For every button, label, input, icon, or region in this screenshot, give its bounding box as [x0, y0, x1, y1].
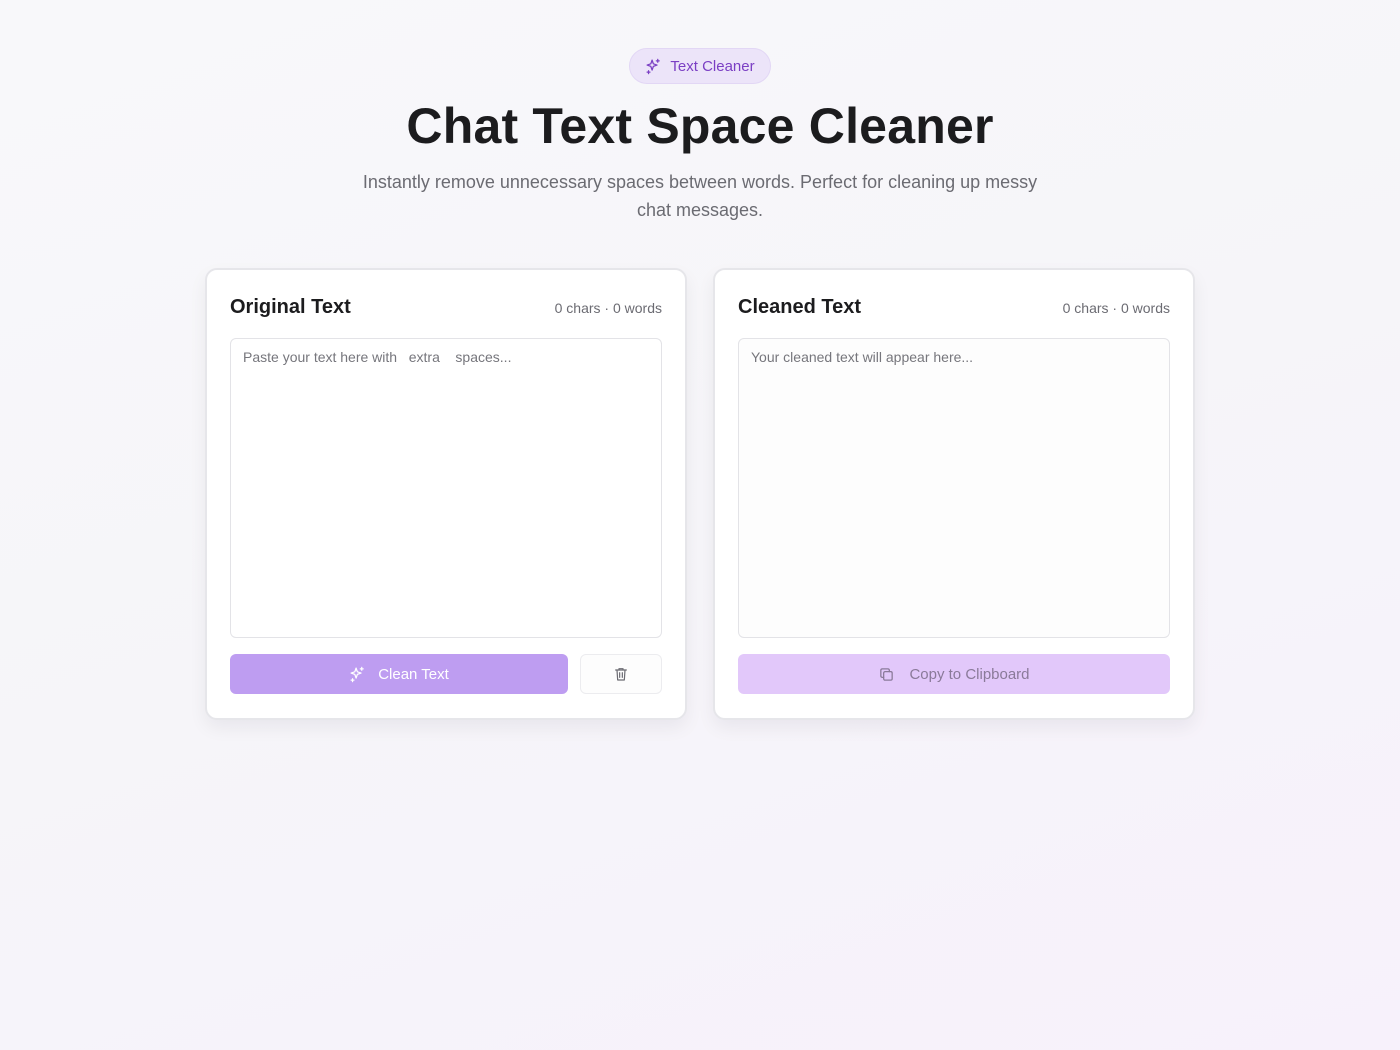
sparkles-icon	[645, 58, 662, 75]
trash-icon	[613, 666, 629, 682]
original-char-word-count: 0 chars · 0 words	[554, 299, 662, 316]
sparkles-icon	[349, 666, 366, 683]
cleaned-text-output[interactable]	[738, 338, 1170, 638]
page-title: Chat Text Space Cleaner	[406, 98, 994, 154]
clean-text-button-label: Clean Text	[378, 665, 449, 683]
original-card-header: Original Text 0 chars · 0 words	[230, 296, 662, 319]
cleaned-char-word-count: 0 chars · 0 words	[1062, 299, 1170, 316]
copy-to-clipboard-button[interactable]: Copy to Clipboard	[738, 654, 1170, 694]
original-text-input[interactable]	[230, 338, 662, 638]
cleaned-card-header: Cleaned Text 0 chars · 0 words	[738, 296, 1170, 319]
badge-label: Text Cleaner	[670, 57, 755, 75]
original-text-card: Original Text 0 chars · 0 words Clean Te…	[205, 268, 687, 720]
copy-button-label: Copy to Clipboard	[909, 665, 1030, 683]
page-subtitle: Instantly remove unnecessary spaces betw…	[362, 172, 1038, 220]
clean-text-button[interactable]: Clean Text	[230, 654, 568, 694]
cleaned-text-card: Cleaned Text 0 chars · 0 words Copy to C…	[713, 268, 1195, 720]
original-card-title: Original Text	[230, 296, 351, 318]
page-header: Text Cleaner Chat Text Space Cleaner Ins…	[0, 48, 1400, 224]
app-badge: Text Cleaner	[629, 48, 771, 84]
copy-icon	[878, 666, 895, 683]
clear-text-button[interactable]	[580, 654, 662, 694]
cleaned-card-title: Cleaned Text	[738, 296, 861, 318]
